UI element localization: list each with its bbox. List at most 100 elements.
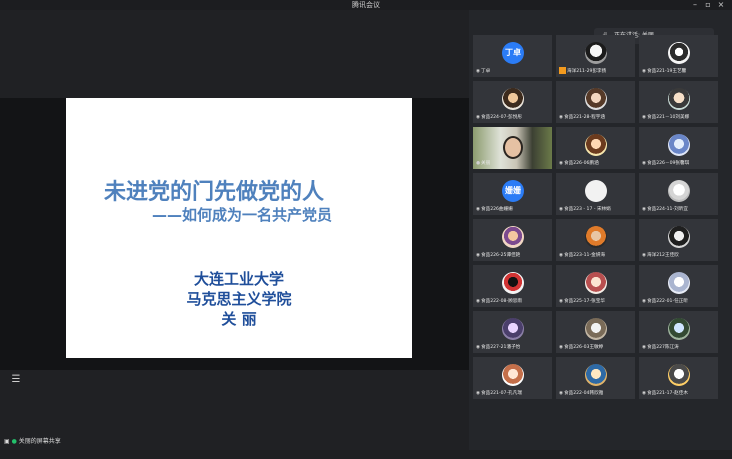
layout-menu-icon[interactable]: ☰ <box>9 374 23 386</box>
mic-muted-icon: ◉ <box>642 69 647 74</box>
participant-tile[interactable]: ◉食品227陈江涛 <box>639 311 718 353</box>
mic-muted-icon: ◉ <box>559 161 564 166</box>
participant-name: ◉食品223-11-金妍海 <box>559 252 633 259</box>
participant-name: 海洋211-29彭李扬 <box>559 67 633 75</box>
participant-name-label: 食品224-11-刘昕宜 <box>647 207 688 212</box>
participant-avatar <box>668 364 690 386</box>
share-status-label: 关丽的屏幕共享 <box>18 438 61 445</box>
participant-tile[interactable]: ●关丽 <box>473 127 552 169</box>
participant-name: ◉食品223 - 17 - 宋林娟 <box>559 206 633 213</box>
participant-avatar <box>585 226 607 248</box>
participant-tile[interactable]: ◉食品221-19王艺馨 <box>639 35 718 77</box>
participant-tile[interactable]: ◉食品221-17-赵佳木 <box>639 357 718 399</box>
mic-muted-icon: ◉ <box>559 115 564 120</box>
mic-muted-icon: ◉ <box>642 161 647 166</box>
participant-avatar <box>585 134 607 156</box>
participant-avatar <box>502 88 524 110</box>
participant-avatar <box>502 364 524 386</box>
mic-muted-icon: ◉ <box>642 253 647 258</box>
participant-avatar <box>668 134 690 156</box>
participant-avatar <box>585 272 607 294</box>
participant-name-label: 海洋212王佳欣 <box>647 253 679 258</box>
participant-tile[interactable]: ◉食品226-25谭佳艳 <box>473 219 552 261</box>
participant-tile[interactable]: ◉食品223 - 17 - 宋林娟 <box>556 173 635 215</box>
participant-name: ◉食品225-17-张宝华 <box>559 298 633 305</box>
mic-muted-icon: ◉ <box>642 391 647 396</box>
participant-name: ◉食品221-17-赵佳木 <box>642 390 716 397</box>
participant-name-label: 食品221-07-孔凡瑞 <box>481 391 522 396</box>
mic-muted-icon: ◉ <box>476 115 481 120</box>
participant-tile[interactable]: ◉食品226-06鹏涵 <box>556 127 635 169</box>
participant-avatar: 丁卓 <box>502 42 524 64</box>
mic-muted-icon: ◉ <box>476 253 481 258</box>
participant-name-label: 食品226－09张馨琪 <box>647 161 690 166</box>
participant-face <box>503 136 523 159</box>
participant-avatar <box>668 272 690 294</box>
participant-tile[interactable]: ◉食品227-21潘子怡 <box>473 311 552 353</box>
mic-muted-icon: ◉ <box>559 299 564 304</box>
participant-name-label: 食品221-17-赵佳木 <box>647 391 688 396</box>
participant-tile[interactable]: 海洋211-29彭李扬 <box>556 35 635 77</box>
mic-muted-icon: ◉ <box>476 207 481 212</box>
participant-avatar <box>668 318 690 340</box>
participant-name: ◉食品227-21潘子怡 <box>476 344 550 351</box>
shared-slide: 未进党的门先做党的人 ——如何成为一名共产党员 大连工业大学 马克思主义学院 关… <box>66 98 412 358</box>
participant-name-label: 食品221-19王艺馨 <box>647 69 687 74</box>
participant-tile[interactable]: ◉食品221-07-孔凡瑞 <box>473 357 552 399</box>
participant-name-label: 食品226-25谭佳艳 <box>481 253 521 258</box>
mic-muted-icon: ◉ <box>476 69 481 74</box>
mic-muted-icon: ◉ <box>559 253 564 258</box>
mic-muted-icon: ◉ <box>642 207 647 212</box>
participant-name: ◉食品222-01-任正昕 <box>642 298 716 305</box>
mic-muted-icon: ◉ <box>642 299 647 304</box>
mic-muted-icon: ◉ <box>476 345 481 350</box>
participant-name-label: 关丽 <box>481 161 491 166</box>
participant-name: ◉海洋212王佳欣 <box>642 252 716 259</box>
mic-muted-icon: ◉ <box>476 299 481 304</box>
minimize-button[interactable]: – <box>688 0 702 10</box>
participant-tile[interactable]: ◉食品224-11-刘昕宜 <box>639 173 718 215</box>
participant-name-label: 食品222-01-任正昕 <box>647 299 688 304</box>
maximize-button[interactable]: ▫ <box>701 0 715 10</box>
participant-name: ●关丽 <box>476 160 550 167</box>
host-badge-icon <box>559 67 566 74</box>
participant-name-label: 食品227-21潘子怡 <box>481 345 521 350</box>
participant-avatar <box>502 318 524 340</box>
participant-tile[interactable]: ◉食品222-01-任正昕 <box>639 265 718 307</box>
participant-tile[interactable]: ◉海洋212王佳欣 <box>639 219 718 261</box>
participant-grid: 丁卓 ◉丁卓 海洋211-29彭李扬 ◉食品221-19王艺馨 ◉食品224-07-彭悦… <box>473 35 725 399</box>
participant-name-label: 食品221－10刘美娜 <box>647 115 690 120</box>
slide-university: 大连工业大学 <box>193 270 284 288</box>
mic-muted-icon: ◉ <box>476 391 481 396</box>
close-button[interactable]: × <box>714 0 728 10</box>
participant-tile[interactable]: ◉食品226-03王敏婷 <box>556 311 635 353</box>
participant-name: ◉食品224-07-彭悦彤 <box>476 114 550 121</box>
participant-tile[interactable]: ◉食品225-17-张宝华 <box>556 265 635 307</box>
mic-muted-icon: ◉ <box>559 391 564 396</box>
mic-icon: ● <box>11 438 17 445</box>
participant-tile[interactable]: ◉食品221－10刘美娜 <box>639 81 718 123</box>
participant-tile[interactable]: 姗姗 ◉食品226曲姗姗 <box>473 173 552 215</box>
participant-avatar <box>668 226 690 248</box>
participant-name-label: 食品221-28-程宇涵 <box>564 115 605 120</box>
participant-tile[interactable]: 丁卓 ◉丁卓 <box>473 35 552 77</box>
mic-muted-icon: ◉ <box>642 345 647 350</box>
participant-avatar <box>585 88 607 110</box>
participant-tile[interactable]: ◉食品223-11-金妍海 <box>556 219 635 261</box>
participant-name: ◉丁卓 <box>476 68 550 75</box>
participant-name-label: 海洋211-29彭李扬 <box>567 69 607 74</box>
participant-name: ◉食品221-07-孔凡瑞 <box>476 390 550 397</box>
participant-name: ◉食品224-11-刘昕宜 <box>642 206 716 213</box>
participant-name: ◉食品222-04韩欣雅 <box>559 390 633 397</box>
participant-tile[interactable]: ◉食品221-28-程宇涵 <box>556 81 635 123</box>
participant-avatar <box>668 180 690 202</box>
participant-name: ◉食品222-08-顾思雨 <box>476 298 550 305</box>
participant-tile[interactable]: ◉食品222-04韩欣雅 <box>556 357 635 399</box>
participant-name-label: 食品223-11-金妍海 <box>564 253 605 258</box>
participant-tile[interactable]: ◉食品224-07-彭悦彤 <box>473 81 552 123</box>
participant-avatar <box>668 42 690 64</box>
participant-tile[interactable]: ◉食品222-08-顾思雨 <box>473 265 552 307</box>
participant-avatar <box>585 42 607 64</box>
participant-avatar <box>502 272 524 294</box>
participant-tile[interactable]: ◉食品226－09张馨琪 <box>639 127 718 169</box>
